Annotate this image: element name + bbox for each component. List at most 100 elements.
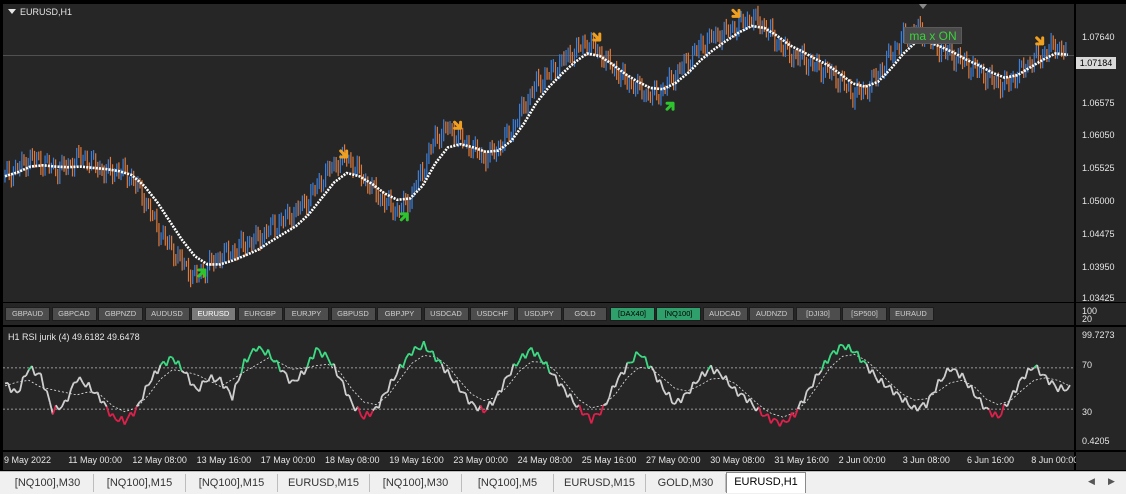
rsi-line-segment: [14, 389, 17, 393]
rsi-line-segment: [370, 411, 373, 417]
symbol-button[interactable]: AUDUSD: [145, 307, 190, 321]
rsi-line-segment: [448, 369, 451, 378]
rsi-line-segment: [828, 355, 831, 364]
rsi-line-segment: [768, 414, 771, 423]
symbol-button[interactable]: USDCAD: [424, 307, 469, 321]
rsi-line-segment: [822, 360, 825, 370]
chart-tab[interactable]: GOLD,M30: [646, 474, 726, 492]
rsi-line-segment: [182, 371, 185, 373]
price-chart-panel[interactable]: [3, 4, 1074, 302]
time-tick-label: 24 May 08:00: [518, 455, 573, 465]
chart-tab[interactable]: [NQ100],M15: [186, 474, 278, 492]
time-tick-label: 19 May 16:00: [389, 455, 444, 465]
rsi-line-segment: [579, 405, 582, 415]
symbol-button[interactable]: GBPJPY: [377, 307, 422, 321]
rsi-line-segment: [591, 414, 594, 423]
rsi-chart-canvas[interactable]: [3, 327, 1074, 450]
rsi-line-segment: [962, 373, 965, 381]
symbol-button[interactable]: [SP500]: [842, 307, 887, 321]
rsi-line-segment: [552, 374, 555, 375]
rsi-line-segment: [343, 382, 346, 396]
price-tick: 1.07640: [1082, 32, 1115, 42]
symbol-button[interactable]: GBPUSD: [331, 307, 376, 321]
rsi-line-segment: [107, 407, 110, 417]
rsi-line-segment: [989, 409, 992, 417]
rsi-line-segment: [460, 392, 463, 393]
rsi-line-segment: [995, 412, 998, 418]
shift-marker-icon: [919, 4, 927, 9]
rsi-line-segment: [711, 365, 714, 374]
triangle-left-icon[interactable]: ◀: [1088, 476, 1095, 487]
symbol-button[interactable]: [NQ100]: [656, 307, 701, 321]
rsi-line-segment: [143, 386, 146, 400]
chart-tab[interactable]: [NQ100],M30: [370, 474, 462, 492]
time-tick-label: 8 Jun 00:00: [1031, 455, 1078, 465]
rsi-line-segment: [849, 344, 852, 352]
rsi-axis: 99.7273 70 30 0.4205: [1076, 327, 1126, 450]
symbol-button[interactable]: GBPCAD: [52, 307, 97, 321]
rsi-line-segment: [325, 352, 328, 359]
symbol-button[interactable]: AUDNZD: [749, 307, 794, 321]
rsi-line-segment: [205, 381, 208, 382]
rsi-line-segment: [998, 415, 1001, 418]
sell-arrow-icon: [733, 10, 739, 16]
rsi-line-segment: [439, 360, 442, 364]
rsi-line-segment: [705, 370, 708, 377]
rsi-line-segment: [624, 363, 627, 375]
rsi-line-segment: [259, 346, 262, 350]
symbol-button[interactable]: [DAX40]: [610, 307, 655, 321]
symbol-button[interactable]: GBPAUD: [5, 307, 50, 321]
rsi-line-segment: [289, 380, 292, 383]
chart-tab[interactable]: EURUSD,M15: [554, 474, 646, 492]
sell-arrow-icon: [1037, 38, 1043, 44]
chart-tab[interactable]: EURUSD,H1: [726, 472, 806, 493]
ma-cross-status-label[interactable]: ma x ON: [904, 27, 962, 44]
symbol-button[interactable]: EURGBP: [238, 307, 283, 321]
rsi-line-segment: [50, 402, 53, 414]
rsi-line-segment: [696, 380, 699, 383]
rsi-line-segment: [532, 348, 535, 357]
rsi-line-segment: [415, 347, 418, 349]
rsi-tick: 0.4205: [1082, 436, 1110, 446]
rsi-line-segment: [113, 414, 116, 420]
chart-tab[interactable]: [NQ100],M30: [2, 474, 94, 492]
buy-arrow-icon: [401, 214, 407, 220]
symbol-button[interactable]: GOLD: [563, 307, 607, 321]
sell-arrow-icon: [594, 34, 600, 40]
collapse-icon[interactable]: [8, 9, 16, 14]
rsi-line-segment: [929, 393, 932, 396]
rsi-panel[interactable]: [3, 327, 1074, 450]
price-chart-canvas[interactable]: [3, 4, 1074, 302]
rsi-line-segment: [804, 391, 807, 403]
rsi-line-segment: [636, 352, 639, 355]
chart-tab[interactable]: [NQ100],M5: [462, 474, 554, 492]
chart-tab[interactable]: EURUSD,M15: [278, 474, 370, 492]
rsi-line-segment: [268, 349, 271, 359]
rsi-line-segment: [789, 412, 792, 421]
symbol-button[interactable]: EURJPY: [284, 307, 329, 321]
symbol-button[interactable]: EURUSD: [191, 307, 236, 321]
current-price-label: 1.07184: [1076, 57, 1116, 69]
time-axis-corner: [1076, 452, 1126, 470]
symbol-button[interactable]: AUDCAD: [703, 307, 748, 321]
rsi-line-segment: [555, 375, 558, 386]
triangle-right-icon[interactable]: ▶: [1108, 476, 1115, 487]
rsi-line-segment: [427, 351, 430, 352]
axis-tick: 20: [1082, 314, 1092, 324]
rsi-line-segment: [292, 380, 295, 381]
rsi-line-segment: [173, 358, 176, 365]
rsi-line-segment: [660, 380, 663, 390]
chart-tab[interactable]: [NQ100],M15: [94, 474, 186, 492]
rsi-line-segment: [837, 345, 840, 355]
symbol-button[interactable]: USDCHF: [470, 307, 515, 321]
symbol-button[interactable]: GBPNZD: [98, 307, 143, 321]
rsi-line-segment: [546, 362, 549, 373]
rsi-line-segment: [639, 355, 642, 357]
rsi-line-segment: [146, 385, 149, 386]
symbol-button[interactable]: USDJPY: [517, 307, 562, 321]
symbol-button[interactable]: EURAUD: [889, 307, 934, 321]
rsi-line-segment: [684, 393, 687, 394]
symbol-button[interactable]: [DJI30]: [796, 307, 841, 321]
rsi-line-segment: [1019, 377, 1022, 381]
chart-symbol-title: EURUSD,H1: [8, 7, 72, 17]
